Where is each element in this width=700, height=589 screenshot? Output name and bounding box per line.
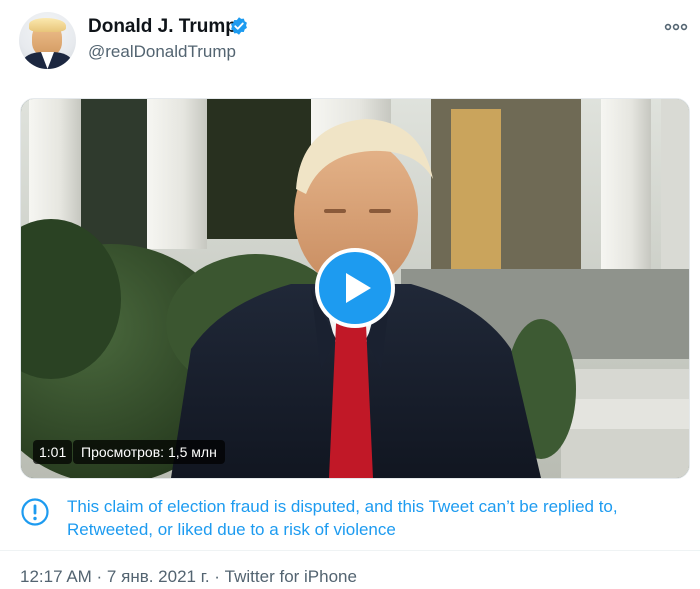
play-icon [346,273,371,303]
video-duration: 1:01 [33,440,73,464]
more-options-icon[interactable] [664,18,688,36]
avatar[interactable] [19,12,76,69]
user-handle[interactable]: @realDonaldTrump [88,42,236,62]
info-exclamation-icon [21,498,49,526]
video-player[interactable]: 1:01 Просмотров: 1,5 млн [20,98,690,479]
divider [0,550,700,551]
play-button[interactable] [315,248,395,328]
verified-badge-icon [231,17,247,35]
tweet-timestamp[interactable]: 12:17 AM · 7 янв. 2021 г. · Twitter for … [20,567,357,587]
election-fraud-notice[interactable]: This claim of election fraud is disputed… [67,495,677,541]
view-count: Просмотров: 1,5 млн [73,440,225,464]
display-name[interactable]: Donald J. Trump [88,16,237,38]
avatar-hair [29,18,66,32]
